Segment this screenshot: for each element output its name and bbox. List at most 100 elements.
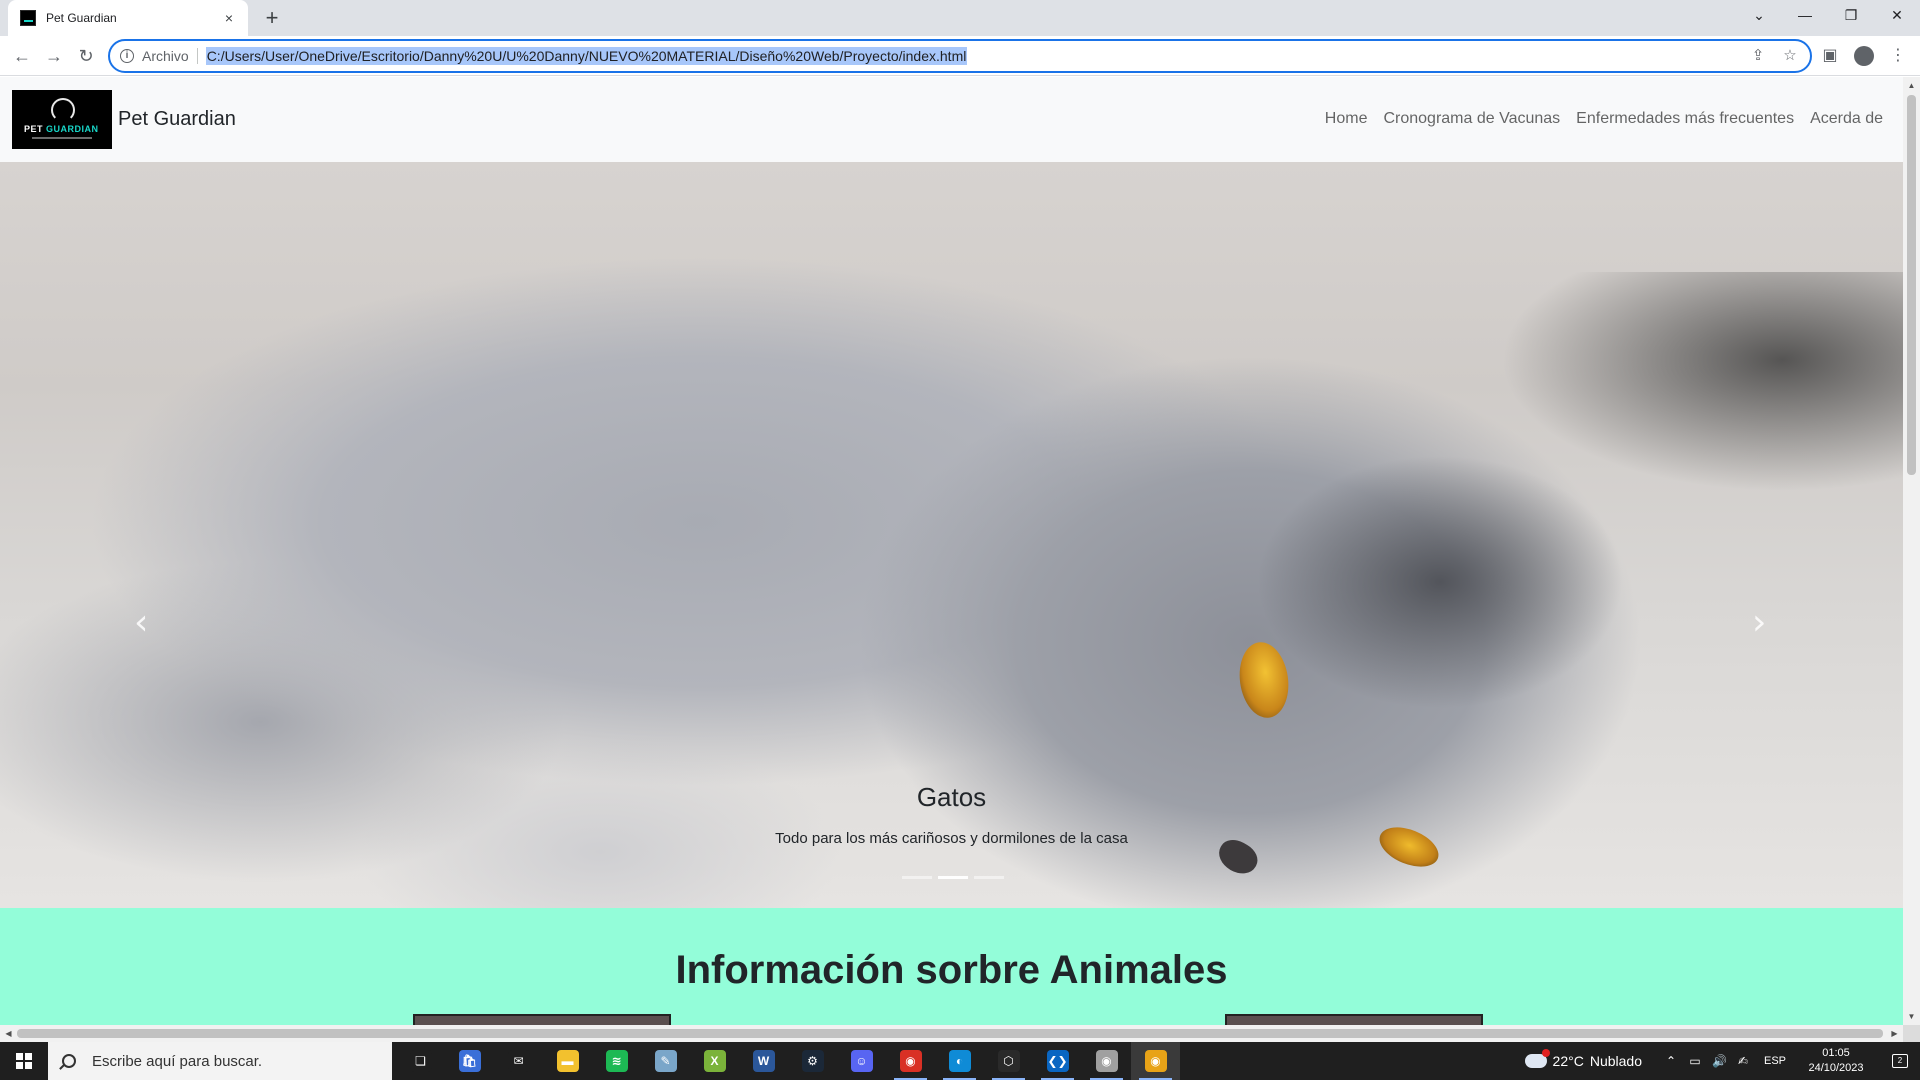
share-icon[interactable]: ⇪: [1748, 46, 1768, 66]
taskbar-app-file-explorer[interactable]: ▬: [543, 1042, 592, 1080]
card-image[interactable]: [413, 1014, 671, 1025]
taskbar-app-chrome-canary[interactable]: ◉: [1082, 1042, 1131, 1080]
windows-taskbar: Escribe aquí para buscar. ❏ 🛍 ✉ ▬ ≋ ✎ X W ⚙ ☺ ◉ ◐ ⬡ ❮…: [0, 1042, 1920, 1080]
carousel-prev-icon[interactable]: ‹: [134, 602, 148, 643]
back-icon[interactable]: ←: [8, 42, 36, 70]
minimize-button[interactable]: —: [1782, 0, 1828, 30]
store-icon: 🛍: [458, 1050, 481, 1072]
show-hidden-icons-icon[interactable]: ⌃: [1664, 1054, 1678, 1068]
profile-button[interactable]: [1850, 42, 1878, 70]
vertical-scrollbar[interactable]: ▲ ▼: [1903, 77, 1920, 1025]
horizontal-scrollbar[interactable]: ◀ ▶: [0, 1025, 1903, 1042]
page-viewport: PET GUARDIAN Pet Guardian Home Cronogram…: [0, 77, 1903, 1025]
site-info-icon[interactable]: i: [120, 49, 134, 63]
taskbar-app-vscode[interactable]: ❮❯: [1033, 1042, 1082, 1080]
system-tray: 22°C Nublado ⌃ ▭ 🔊 ✍ ESP 01:05 24/10/202…: [1524, 1042, 1920, 1080]
weather-description: Nublado: [1589, 1053, 1642, 1069]
nav-link-vaccine-schedule[interactable]: Cronograma de Vacunas: [1383, 110, 1560, 128]
start-button[interactable]: [0, 1042, 48, 1080]
windows-logo-icon: [16, 1053, 32, 1069]
new-tab-button[interactable]: +: [258, 4, 286, 32]
weather-temperature: 22°C: [1552, 1053, 1584, 1069]
taskbar-app-unity[interactable]: ⬡: [984, 1042, 1033, 1080]
horizontal-scroll-thumb[interactable]: [17, 1029, 1883, 1038]
mail-icon: ✉: [507, 1050, 530, 1072]
clock-time: 01:05: [1822, 1047, 1850, 1059]
taskbar-app-steam[interactable]: ⚙: [788, 1042, 837, 1080]
weather-widget[interactable]: 22°C Nublado: [1524, 1049, 1642, 1069]
scroll-right-icon[interactable]: ▶: [1886, 1025, 1903, 1042]
scroll-left-icon[interactable]: ◀: [0, 1025, 17, 1042]
taskbar-app-mail[interactable]: ✉: [494, 1042, 543, 1080]
carousel-indicator[interactable]: [902, 876, 932, 879]
task-view-icon: ❏: [409, 1050, 432, 1072]
search-placeholder: Escribe aquí para buscar.: [92, 1052, 263, 1070]
excel-vscode-icon: X: [703, 1050, 726, 1072]
taskbar-app-notes[interactable]: ✎: [641, 1042, 690, 1080]
taskbar-app-store[interactable]: 🛍: [445, 1042, 494, 1080]
url-text[interactable]: C:/Users/User/OneDrive/Escritorio/Danny%…: [205, 47, 968, 65]
unity-icon: ⬡: [997, 1050, 1020, 1072]
notes-icon: ✎: [654, 1050, 677, 1072]
nav-link-about[interactable]: Acerda de: [1810, 110, 1883, 128]
logo-wordmark: PET GUARDIAN: [24, 124, 99, 134]
cat-eye-right: [1373, 819, 1445, 875]
section-title: Información sorbre Animales: [675, 948, 1228, 992]
chrome-dev-icon: ◉: [899, 1050, 922, 1072]
taskbar-apps: ❏ 🛍 ✉ ▬ ≋ ✎ X W ⚙ ☺ ◉ ◐ ⬡ ❮❯ ◉ ◉: [396, 1042, 1180, 1080]
clock[interactable]: 01:05 24/10/2023: [1800, 1046, 1872, 1076]
nav-links: Home Cronograma de Vacunas Enfermedades …: [1325, 110, 1883, 128]
logo-ring-icon: [51, 98, 75, 122]
taskbar-app-excel-vscode[interactable]: X: [690, 1042, 739, 1080]
brand-name[interactable]: Pet Guardian: [118, 108, 236, 131]
carousel-indicator[interactable]: [974, 876, 1004, 879]
taskbar-app-chrome-dev[interactable]: ◉: [886, 1042, 935, 1080]
browser-tab-active[interactable]: Pet Guardian ×: [8, 0, 248, 36]
restore-button[interactable]: ❐: [1828, 0, 1874, 30]
taskbar-app-edge[interactable]: ◐: [935, 1042, 984, 1080]
address-bar[interactable]: i Archivo C:/Users/User/OneDrive/Escrito…: [108, 39, 1812, 73]
pen-icon[interactable]: ✍: [1736, 1054, 1750, 1068]
volume-icon[interactable]: 🔊: [1712, 1054, 1727, 1068]
window-controls: ⌄ — ❐ ✕: [1736, 0, 1920, 30]
carousel-caption-text: Todo para los más cariñosos y dormilones…: [775, 830, 1128, 847]
reload-icon[interactable]: ↻: [72, 42, 100, 70]
side-panel-icon[interactable]: ▣: [1816, 42, 1844, 70]
nav-link-home[interactable]: Home: [1325, 110, 1368, 128]
vertical-scroll-thumb[interactable]: [1907, 95, 1916, 475]
carousel-indicators: [902, 876, 1004, 879]
edge-icon: ◐: [948, 1050, 971, 1072]
taskbar-app-discord[interactable]: ☺: [837, 1042, 886, 1080]
close-window-button[interactable]: ✕: [1874, 0, 1920, 30]
logo-tagline-line: [32, 137, 92, 139]
taskbar-search[interactable]: Escribe aquí para buscar.: [48, 1042, 392, 1080]
language-indicator[interactable]: ESP: [1764, 1055, 1786, 1067]
card-image[interactable]: [1225, 1014, 1483, 1025]
discord-icon: ☺: [850, 1050, 873, 1072]
nav-link-common-diseases[interactable]: Enfermedades más frecuentes: [1576, 110, 1794, 128]
close-tab-icon[interactable]: ×: [220, 10, 238, 26]
carousel-next-icon[interactable]: ›: [1752, 602, 1766, 643]
browser-tab-strip: Pet Guardian × + ⌄ — ❐ ✕: [0, 0, 1920, 36]
taskbar-app-task-view[interactable]: ❏: [396, 1042, 445, 1080]
forward-icon[interactable]: →: [40, 42, 68, 70]
word-icon: W: [752, 1050, 775, 1072]
bookmark-star-icon[interactable]: ☆: [1780, 46, 1800, 66]
taskbar-app-spotify[interactable]: ≋: [592, 1042, 641, 1080]
tab-search-icon[interactable]: ⌄: [1736, 0, 1782, 30]
browser-toolbar: ← → ↻ i Archivo C:/Users/User/OneDrive/E…: [0, 36, 1920, 76]
network-icon[interactable]: ▭: [1688, 1054, 1702, 1068]
notification-center-button[interactable]: 2: [1880, 1042, 1920, 1080]
carousel-indicator-active[interactable]: [938, 876, 968, 879]
scroll-up-icon[interactable]: ▲: [1903, 77, 1920, 94]
spotify-icon: ≋: [605, 1050, 628, 1072]
browser-menu-icon[interactable]: ⋮: [1884, 42, 1912, 70]
animal-info-section: Información sorbre Animales: [0, 908, 1903, 1025]
taskbar-app-chrome[interactable]: ◉: [1131, 1042, 1180, 1080]
scroll-down-icon[interactable]: ▼: [1903, 1008, 1920, 1025]
carousel-caption-title: Gatos: [916, 782, 987, 812]
vscode-icon: ❮❯: [1046, 1050, 1069, 1072]
taskbar-app-word[interactable]: W: [739, 1042, 788, 1080]
brand-logo[interactable]: PET GUARDIAN: [12, 90, 112, 149]
scheme-label: Archivo: [142, 48, 198, 64]
